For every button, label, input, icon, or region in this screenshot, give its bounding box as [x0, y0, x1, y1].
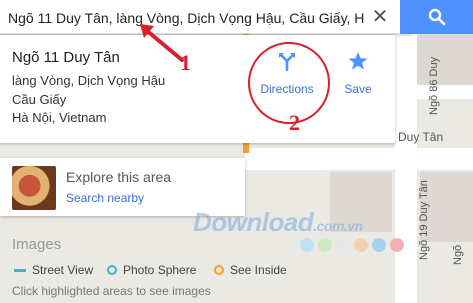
search-nearby-link[interactable]: Search nearby: [66, 191, 144, 205]
images-title: Images: [12, 236, 62, 253]
legend-street-view: Street View: [14, 263, 93, 277]
address-line: Cầu Giấy: [12, 92, 67, 107]
star-icon: [348, 52, 368, 70]
legend-see-inside: See Inside: [214, 263, 287, 277]
images-panel: Images Street View Photo Sphere See Insi…: [0, 230, 473, 303]
search-bar: ✕: [0, 0, 412, 34]
directions-button[interactable]: Directions: [252, 51, 322, 96]
search-icon: [428, 8, 445, 26]
directions-label: Directions: [260, 82, 314, 96]
street-label: Duy Tân: [398, 130, 444, 144]
legend-label: Street View: [32, 263, 94, 277]
directions-icon: [279, 53, 295, 72]
explore-thumbnail[interactable]: [12, 166, 56, 210]
search-button[interactable]: [400, 0, 473, 34]
map-block: [415, 30, 473, 85]
place-card: Ngõ 11 Duy Tân làng Vòng, Dịch Vọng Hậu …: [0, 35, 395, 143]
address-line: Hà Nội, Vietnam: [12, 110, 107, 125]
see-inside-swatch: [214, 265, 224, 275]
annotation-number: 2: [289, 110, 300, 135]
map-marker: [243, 143, 249, 153]
address-line: làng Vòng, Dịch Vọng Hậu: [12, 73, 166, 88]
legend-photo-sphere: Photo Sphere: [107, 263, 196, 277]
save-label: Save: [344, 82, 372, 96]
street-view-swatch: [14, 268, 26, 272]
place-name: Ngõ 11 Duy Tân: [12, 49, 120, 66]
photo-sphere-swatch: [107, 265, 117, 275]
map-road: [245, 148, 473, 170]
street-label: Ngõ 86 Duy: [428, 56, 440, 115]
annotation-number: 1: [180, 50, 191, 75]
save-button[interactable]: Save: [323, 51, 393, 96]
legend-label: Photo Sphere: [123, 263, 197, 277]
legend-label: See Inside: [230, 263, 287, 277]
explore-title: Explore this area: [66, 169, 172, 185]
search-input[interactable]: [6, 6, 370, 30]
close-icon[interactable]: ✕: [370, 5, 390, 29]
images-hint: Click highlighted areas to see images: [12, 284, 211, 298]
watermark-dots: [300, 238, 408, 252]
